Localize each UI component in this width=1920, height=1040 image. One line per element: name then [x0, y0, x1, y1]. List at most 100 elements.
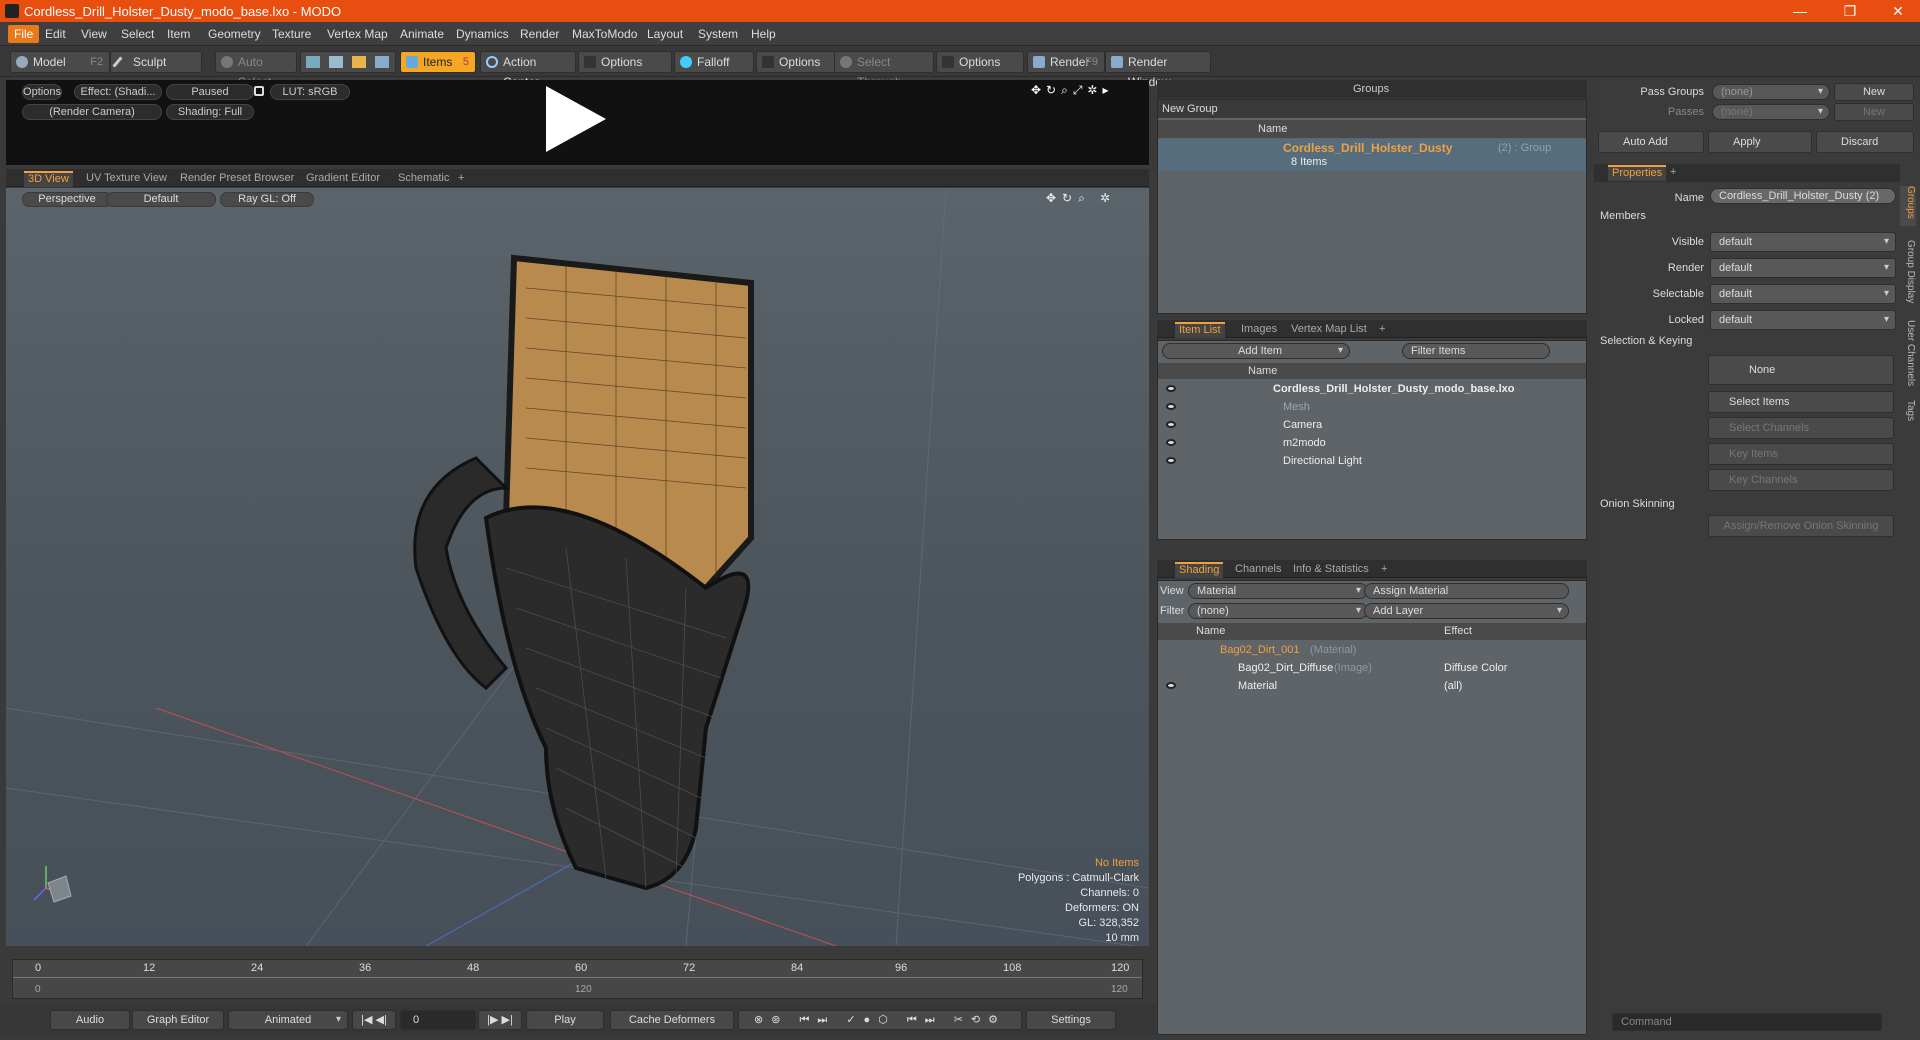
effect-dropdown[interactable]: Diffuse Color [1444, 659, 1507, 677]
lock-icon[interactable] [254, 86, 264, 96]
render-dropdown[interactable]: default [1710, 258, 1896, 278]
apply-button[interactable]: Apply [1708, 131, 1812, 153]
settings-button[interactable]: Settings [1026, 1010, 1116, 1030]
tab-item-list[interactable]: Item List [1175, 322, 1225, 338]
assign-material-button[interactable]: Assign Material [1364, 583, 1569, 599]
materials-mode-icon[interactable] [375, 56, 389, 68]
tab-gradient-editor[interactable]: Gradient Editor [302, 171, 384, 187]
select-through-options-button[interactable]: Options [936, 51, 1024, 73]
key-items-button[interactable]: Key Items [1708, 443, 1894, 465]
preview-shading-dropdown[interactable]: Shading: Full [166, 104, 254, 120]
menu-render[interactable]: Render [520, 27, 559, 41]
3d-viewport[interactable]: Perspective Default Ray GL: Off ✥↻⌕ ✲ No… [6, 188, 1149, 946]
scene-root-row[interactable]: Cordless_Drill_Holster_Dusty_modo_base.l… [1158, 380, 1586, 398]
command-input[interactable]: Command [1612, 1013, 1882, 1031]
add-tab-button[interactable]: + [1666, 165, 1680, 181]
menu-layout[interactable]: Layout [647, 27, 683, 41]
tab-images[interactable]: Images [1237, 322, 1281, 338]
render-window-button[interactable]: Render Window [1105, 51, 1211, 89]
eye-icon[interactable] [1166, 385, 1176, 392]
minimize-button[interactable]: — [1780, 0, 1820, 22]
items-mode-button[interactable]: Items 5 [400, 51, 476, 73]
menu-file[interactable]: File [8, 25, 40, 43]
menu-vertex-map[interactable]: Vertex Map [327, 27, 388, 41]
menu-item[interactable]: Item [167, 27, 190, 41]
menu-system[interactable]: System [698, 27, 738, 41]
select-channels-button[interactable]: Select Channels [1708, 417, 1894, 439]
directional-light-row[interactable]: Directional Light [1158, 452, 1586, 470]
action-center-options-button[interactable]: Options [578, 51, 672, 73]
transport-prev-buttons[interactable]: |◀ ◀| [352, 1010, 396, 1030]
preview-lut-dropdown[interactable]: LUT: sRGB [270, 84, 350, 100]
play-icon[interactable] [546, 86, 606, 152]
cache-deformers-button[interactable]: Cache Deformers [610, 1010, 734, 1030]
close-button[interactable]: ✕ [1878, 0, 1918, 22]
passes-new-button[interactable]: New [1834, 103, 1914, 121]
keyframe-tool-icons[interactable]: ⊗⊛ ⏮⏭ ✓●⬡ ⏮⏭ ✂⟲⚙ [738, 1010, 1022, 1030]
polygons-mode-icon[interactable] [352, 56, 366, 68]
animated-dropdown[interactable]: Animated [228, 1010, 348, 1030]
menu-view[interactable]: View [81, 27, 107, 41]
pass-groups-dropdown[interactable]: (none) [1712, 84, 1830, 100]
menu-texture[interactable]: Texture [272, 27, 311, 41]
menu-help[interactable]: Help [751, 27, 776, 41]
tab-info-statistics[interactable]: Info & Statistics [1289, 562, 1373, 578]
timeline-ruler[interactable]: 0 12 24 36 48 60 72 84 96 108 120 0 120 … [12, 959, 1143, 999]
vtab-user-channels[interactable]: User Channels [1900, 320, 1916, 390]
discard-button[interactable]: Discard [1816, 131, 1914, 153]
preview-camera-dropdown[interactable]: (Render Camera) [22, 104, 162, 120]
play-button[interactable]: Play [526, 1010, 604, 1030]
falloff-button[interactable]: Falloff [674, 51, 754, 73]
eye-icon[interactable] [1166, 421, 1176, 428]
new-group-button[interactable]: New Group [1158, 100, 1586, 118]
eye-icon[interactable] [1166, 457, 1176, 464]
vtab-groups[interactable]: Groups [1900, 186, 1916, 226]
add-item-dropdown[interactable]: Add Item [1162, 343, 1350, 359]
eye-icon[interactable] [1166, 682, 1176, 689]
auto-select-button[interactable]: Auto Select [215, 51, 297, 89]
audio-button[interactable]: Audio [50, 1010, 130, 1030]
filter-dropdown[interactable]: (none) [1188, 603, 1368, 619]
tab-3d-view[interactable]: 3D View [24, 171, 73, 187]
name-input[interactable]: Cordless_Drill_Holster_Dusty (2) [1710, 188, 1896, 204]
menu-edit[interactable]: Edit [45, 27, 66, 41]
falloff-options-button[interactable]: Options [756, 51, 836, 73]
auto-add-button[interactable]: Auto Add [1598, 131, 1704, 153]
view-dropdown[interactable]: Material [1188, 583, 1368, 599]
preview-effect-dropdown[interactable]: Effect: (Shadi... [74, 84, 162, 100]
transport-next-buttons[interactable]: |▶ ▶| [478, 1010, 522, 1030]
vtab-tags[interactable]: Tags [1900, 400, 1916, 430]
preview-nav-icons[interactable]: ✥↻⌕⤢✲▸ [1031, 83, 1137, 97]
pass-groups-new-button[interactable]: New [1834, 83, 1914, 101]
menu-dynamics[interactable]: Dynamics [456, 27, 509, 41]
tab-vertex-map-list[interactable]: Vertex Map List [1287, 322, 1371, 338]
menu-geometry[interactable]: Geometry [208, 27, 261, 41]
diffuse-image-row[interactable]: Bag02_Dirt_Diffuse (Image) Diffuse Color [1158, 659, 1586, 677]
frame-input[interactable]: 0 [400, 1010, 476, 1030]
add-tab-button[interactable]: + [1377, 562, 1391, 578]
visible-dropdown[interactable]: default [1710, 232, 1896, 252]
preview-options-button[interactable]: Options [22, 84, 62, 100]
edges-mode-icon[interactable] [329, 56, 343, 68]
members-section[interactable]: Members [1600, 210, 1646, 222]
sculpt-mode-button[interactable]: Sculpt [110, 51, 202, 73]
camera-row[interactable]: Camera [1158, 416, 1586, 434]
key-channels-button[interactable]: Key Channels [1708, 469, 1894, 491]
graph-editor-button[interactable]: Graph Editor [132, 1010, 224, 1030]
tab-shading[interactable]: Shading [1175, 562, 1224, 578]
menu-select[interactable]: Select [121, 27, 154, 41]
vtab-group-display[interactable]: Group Display [1900, 240, 1916, 310]
select-through-button[interactable]: Select Through [834, 51, 934, 89]
tab-channels[interactable]: Channels [1231, 562, 1285, 578]
material-group-row[interactable]: Bag02_Dirt_001 (Material) [1158, 641, 1586, 659]
add-tab-button[interactable]: + [1375, 322, 1389, 338]
menu-animate[interactable]: Animate [400, 27, 444, 41]
model-mode-button[interactable]: Model F2 [10, 51, 110, 73]
onion-skinning-section[interactable]: Onion Skinning [1600, 498, 1675, 510]
vertices-mode-icon[interactable] [306, 56, 320, 68]
material-row[interactable]: Material (all) [1158, 677, 1586, 695]
tab-render-preset-browser[interactable]: Render Preset Browser [176, 171, 298, 187]
eye-icon[interactable] [1166, 403, 1176, 410]
tab-uv-texture-view[interactable]: UV Texture View [82, 171, 171, 187]
add-layer-dropdown[interactable]: Add Layer [1364, 603, 1569, 619]
